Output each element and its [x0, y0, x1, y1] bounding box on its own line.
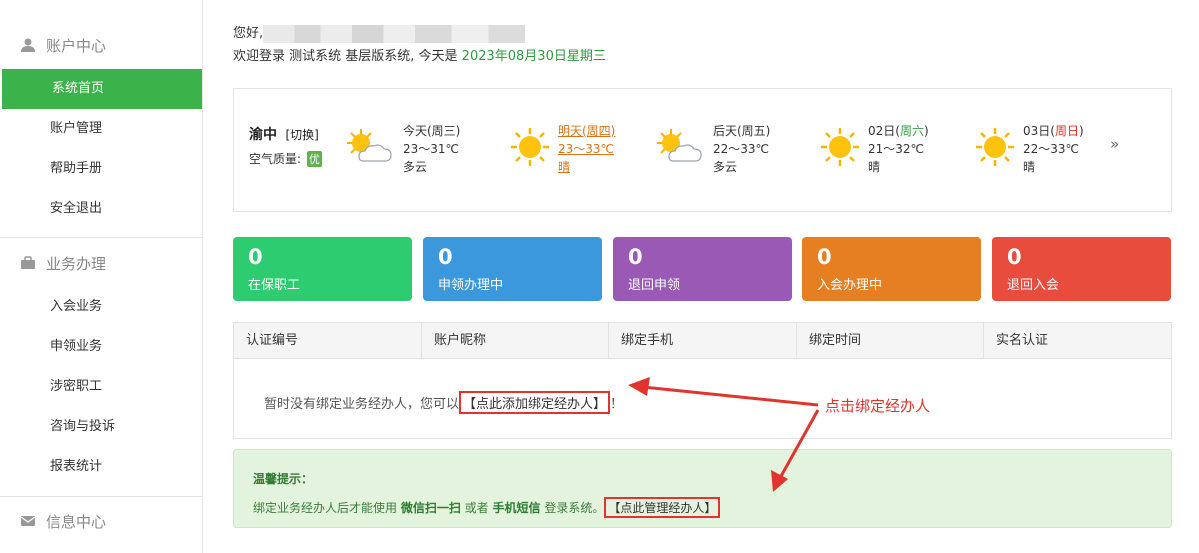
annotation-label: 点击绑定经办人	[825, 397, 931, 415]
annotation-arrows	[628, 377, 820, 492]
